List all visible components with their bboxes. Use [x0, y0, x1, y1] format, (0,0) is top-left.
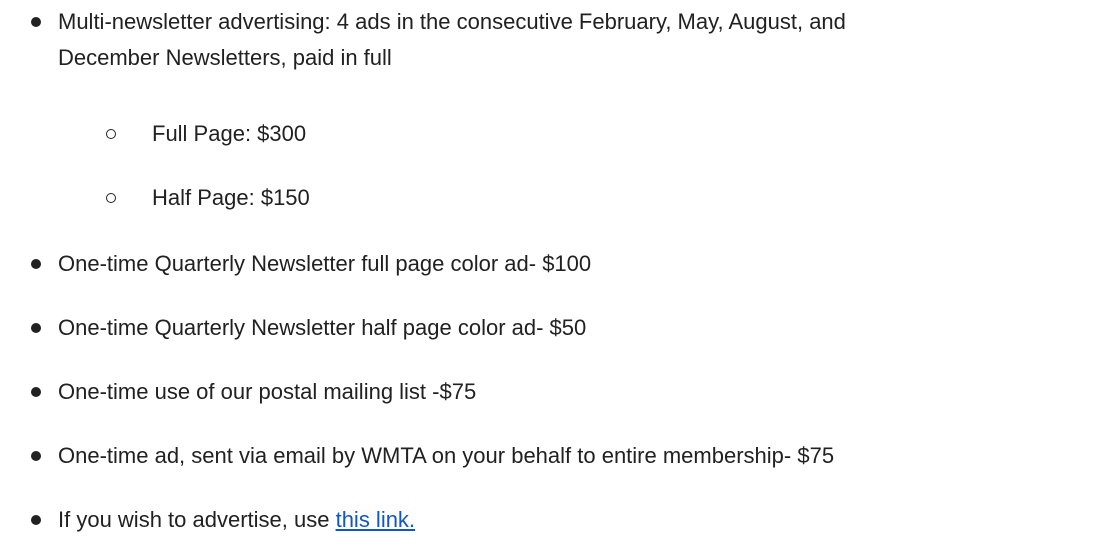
- advertising-options-document: Multi-newsletter advertising: 4 ads in t…: [0, 0, 1102, 552]
- list-item-text: One-time use of our postal mailing list …: [58, 379, 477, 404]
- list-item-text-line1: Multi-newsletter advertising: 4 ads in t…: [58, 9, 846, 34]
- bullet-icon: [26, 438, 46, 474]
- bullet-icon: [26, 246, 46, 282]
- list-item-text: One-time Quarterly Newsletter half page …: [58, 315, 587, 340]
- advertise-link[interactable]: this link.: [336, 507, 415, 532]
- sub-bullet-icon: [101, 180, 121, 216]
- advertise-prefix-text: If you wish to advertise, use: [58, 507, 336, 532]
- bullet-icon: [26, 4, 46, 40]
- bullet-icon: [26, 502, 46, 538]
- bullet-icon: [26, 310, 46, 346]
- sub-list-item-text: Half Page: $150: [152, 185, 310, 210]
- list-item-text: One-time ad, sent via email by WMTA on y…: [58, 443, 835, 468]
- sub-bullet-icon: [101, 116, 121, 152]
- bullet-icon: [26, 374, 46, 410]
- list-item-text: If you wish to advertise, use this link.: [58, 502, 1094, 538]
- list-item-text: One-time Quarterly Newsletter full page …: [58, 251, 592, 276]
- list-item-text-line2: December Newsletters, paid in full: [58, 45, 392, 70]
- sub-list-item-text: Full Page: $300: [152, 121, 307, 146]
